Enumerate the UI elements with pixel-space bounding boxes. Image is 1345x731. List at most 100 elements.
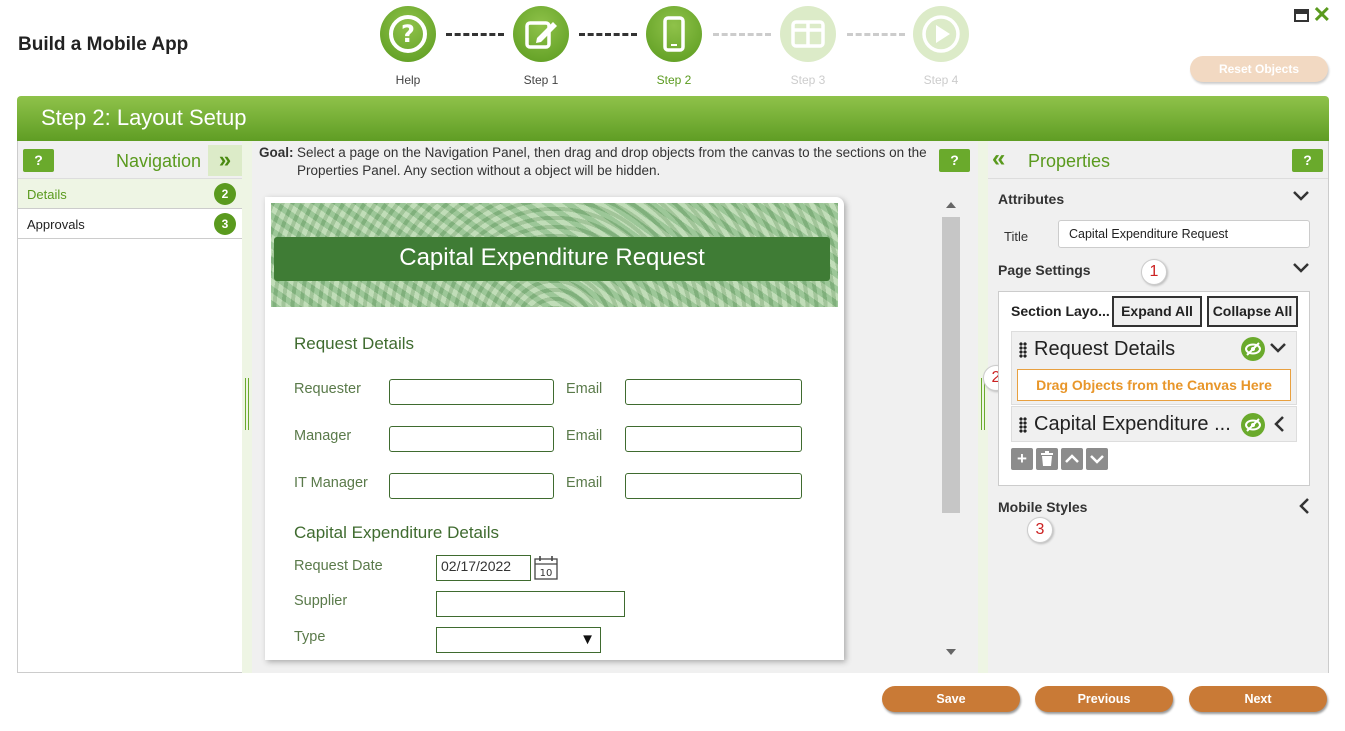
properties-header: « Properties ? (988, 141, 1328, 179)
goal-help-button[interactable]: ? (939, 149, 970, 172)
expand-all-button[interactable]: Expand All (1112, 296, 1202, 327)
collapse-all-button[interactable]: Collapse All (1207, 296, 1298, 327)
section-layout-label: Section Layo... (1011, 303, 1110, 319)
step-connector (847, 33, 905, 36)
step-connector (446, 33, 504, 36)
section-name: Capital Expenditure ... (1034, 413, 1231, 435)
navigation-header: ? Navigation » (18, 141, 242, 179)
mobile-styles-title[interactable]: Mobile Styles (998, 499, 1087, 515)
it-manager-email-input[interactable] (625, 473, 802, 499)
move-down-icon[interactable] (1086, 448, 1108, 470)
reset-objects-button[interactable]: Reset Objects (1190, 56, 1328, 82)
scroll-down-icon[interactable] (946, 649, 956, 655)
step-label: Step 3 (790, 73, 826, 87)
properties-title: Properties (1028, 151, 1111, 171)
edit-icon (513, 6, 569, 62)
chevron-left-icon[interactable]: « (992, 145, 1005, 173)
form-header[interactable]: Capital Expenditure Request (274, 237, 830, 281)
step-1[interactable]: Step 1 (511, 6, 571, 87)
splitter-grip[interactable] (245, 378, 249, 430)
splitter-grip[interactable] (981, 378, 985, 430)
drop-zone[interactable]: Drag Objects from the Canvas Here (1017, 369, 1291, 401)
nav-item-count: 3 (214, 213, 236, 235)
supplier-input[interactable] (436, 591, 625, 617)
request-details-title[interactable]: Request Details (294, 334, 414, 354)
calendar-day: 10 (540, 568, 553, 579)
properties-body: Attributes Title Capital Expenditure Req… (983, 179, 1328, 673)
type-label: Type (294, 629, 326, 645)
email-label: Email (566, 475, 603, 491)
section-item-capital-expenditure[interactable]: Capital Expenditure ... (1011, 406, 1297, 442)
it-manager-input[interactable] (389, 473, 554, 499)
close-icon[interactable]: ✕ (1313, 4, 1331, 26)
email-label: Email (566, 381, 603, 397)
properties-panel: « Properties ? Attributes Title Capital … (983, 141, 1329, 673)
drag-handle-icon[interactable] (1019, 417, 1027, 433)
layout-icon (780, 6, 836, 62)
chevron-right-icon[interactable]: » (208, 145, 242, 176)
goal-bar: Goal: Select a page on the Navigation Pa… (252, 141, 978, 183)
step-connector (713, 33, 771, 36)
email-label: Email (566, 428, 603, 444)
page-settings-title[interactable]: Page Settings (998, 262, 1091, 278)
chevron-down-icon[interactable] (1292, 259, 1310, 279)
title-label: Title (1004, 229, 1029, 244)
save-button[interactable]: Save (882, 686, 1020, 712)
add-icon[interactable]: + (1011, 448, 1033, 470)
calendar-icon[interactable]: 10 (533, 555, 559, 581)
previous-button[interactable]: Previous (1035, 686, 1173, 712)
navigation-panel: ? Navigation » Details 2 Approvals 3 (17, 141, 242, 673)
app-title: Build a Mobile App (18, 34, 189, 55)
svg-text:?: ? (401, 20, 415, 48)
mobile-preview: Capital Expenditure Request Request Deta… (265, 197, 844, 660)
properties-help-button[interactable]: ? (1292, 149, 1323, 172)
mobile-icon (646, 6, 702, 62)
step-label: Help (395, 73, 421, 87)
manager-email-input[interactable] (625, 426, 802, 452)
request-date-label: Request Date (294, 558, 383, 574)
move-up-icon[interactable] (1061, 448, 1083, 470)
step-label: Step 4 (923, 73, 959, 87)
step-connector (579, 33, 637, 36)
requester-email-input[interactable] (625, 379, 802, 405)
section-item-request-details[interactable]: Request Details Drag Objects from the Ca… (1011, 331, 1297, 405)
navigation-help-button[interactable]: ? (23, 149, 54, 172)
dropdown-arrow-icon: ▼ (580, 631, 595, 648)
hidden-eye-icon[interactable] (1241, 337, 1265, 361)
delete-icon[interactable] (1036, 448, 1058, 470)
chevron-left-icon[interactable] (1298, 497, 1310, 520)
nav-item-label: Details (27, 187, 67, 202)
scroll-up-icon[interactable] (946, 202, 956, 208)
canvas-scrollbar[interactable] (942, 197, 960, 659)
chevron-left-icon[interactable] (1273, 415, 1285, 438)
left-splitter[interactable] (242, 141, 252, 673)
minimize-icon[interactable] (1293, 8, 1309, 22)
step-label: Step 1 (523, 73, 559, 87)
section-layout-box: Section Layo... Expand All Collapse All … (998, 291, 1310, 486)
chevron-down-icon[interactable] (1269, 341, 1287, 359)
capex-details-title[interactable]: Capital Expenditure Details (294, 523, 499, 543)
supplier-label: Supplier (294, 593, 348, 609)
drag-handle-icon[interactable] (1019, 342, 1027, 358)
request-date-input[interactable]: 02/17/2022 (436, 555, 531, 581)
step-2[interactable]: Step 2 (644, 6, 704, 87)
scroll-thumb[interactable] (942, 217, 960, 513)
manager-input[interactable] (389, 426, 554, 452)
step-3[interactable]: Step 3 (778, 6, 838, 87)
step-wizard: ? Help Step 1 Step 2 Step 3 Step 4 (378, 6, 978, 90)
goal-text: Select a page on the Navigation Panel, t… (297, 145, 927, 178)
step-4[interactable]: Step 4 (911, 6, 971, 87)
title-input[interactable]: Capital Expenditure Request (1058, 220, 1310, 248)
requester-input[interactable] (389, 379, 554, 405)
right-splitter[interactable] (978, 141, 988, 673)
nav-item-details[interactable]: Details 2 (18, 179, 242, 209)
attributes-title[interactable]: Attributes (998, 191, 1064, 207)
section-name: Request Details (1034, 338, 1176, 360)
next-button[interactable]: Next (1189, 686, 1327, 712)
step-help[interactable]: ? Help (378, 6, 438, 87)
manager-label: Manager (294, 428, 352, 444)
type-select[interactable]: ▼ (436, 627, 601, 653)
hidden-eye-icon[interactable] (1241, 413, 1265, 437)
nav-item-approvals[interactable]: Approvals 3 (18, 209, 242, 239)
chevron-down-icon[interactable] (1292, 187, 1310, 207)
